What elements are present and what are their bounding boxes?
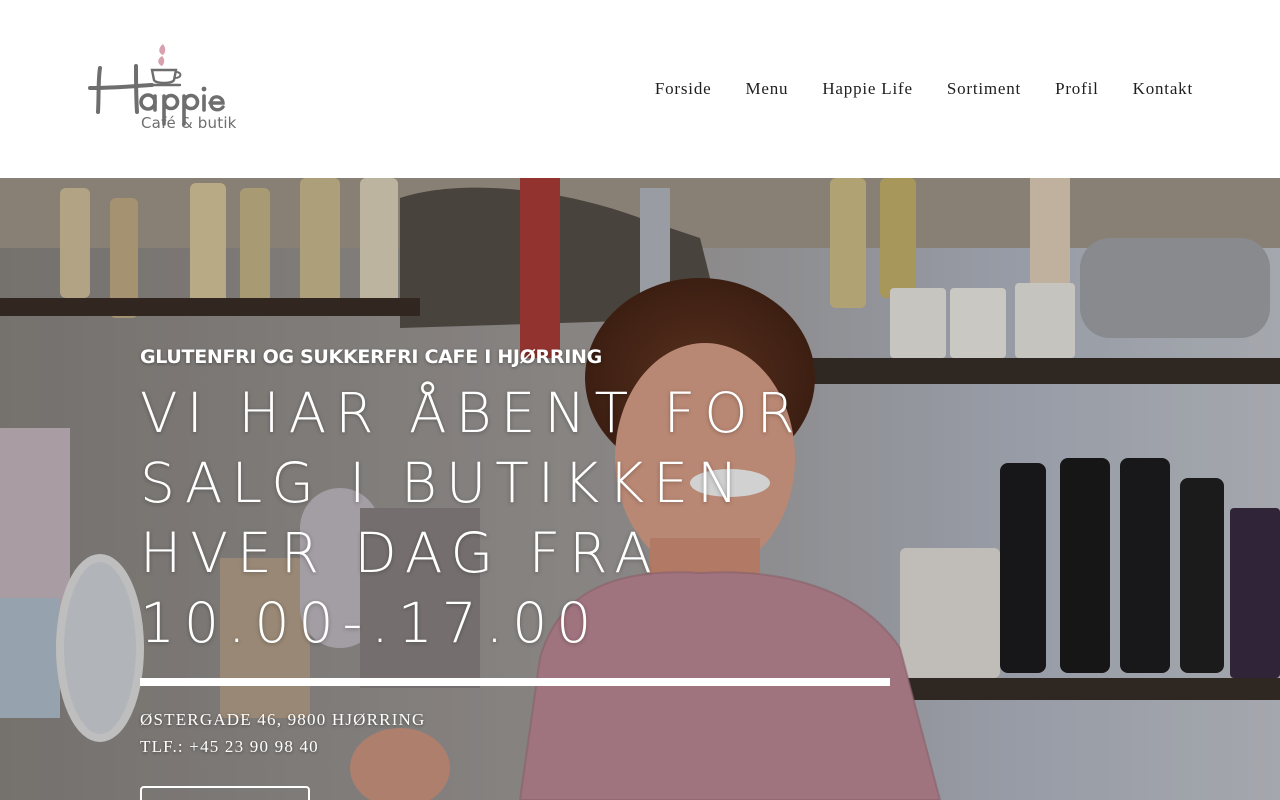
hero-address: ØSTERGADE 46, 9800 HJØRRING xyxy=(140,710,426,729)
site-logo[interactable]: Café & butik xyxy=(86,40,246,136)
hero-content: GLUTENFRI OG SUKKERFRI CAFE I HJØRRING V… xyxy=(140,346,900,800)
logo-subtitle: Café & butik xyxy=(141,114,237,132)
hero-contact: ØSTERGADE 46, 9800 HJØRRING TLF.: +45 23… xyxy=(140,706,900,760)
nav-item-sortiment[interactable]: Sortiment xyxy=(930,77,1038,101)
nav-item-kontakt[interactable]: Kontakt xyxy=(1116,77,1210,101)
nav-item-forside[interactable]: Forside xyxy=(638,77,729,101)
hero-headline: VI HAR ÅBENT FOR SALG I BUTIKKEN HVER DA… xyxy=(140,381,804,655)
hero-kicker: GLUTENFRI OG SUKKERFRI CAFE I HJØRRING xyxy=(140,346,602,368)
hero-phone[interactable]: TLF.: +45 23 90 98 40 xyxy=(140,733,900,760)
hero-section: GLUTENFRI OG SUKKERFRI CAFE I HJØRRING V… xyxy=(0,178,1280,800)
nav-item-happie-life[interactable]: Happie Life xyxy=(805,77,929,101)
site-header: Café & butik Forside Menu Happie Life So… xyxy=(0,0,1280,178)
hero-cta-button[interactable] xyxy=(140,786,310,800)
nav-item-menu[interactable]: Menu xyxy=(728,77,805,101)
main-nav: Forside Menu Happie Life Sortiment Profi… xyxy=(638,77,1210,101)
nav-item-profil[interactable]: Profil xyxy=(1038,77,1116,101)
hero-divider xyxy=(140,678,890,686)
